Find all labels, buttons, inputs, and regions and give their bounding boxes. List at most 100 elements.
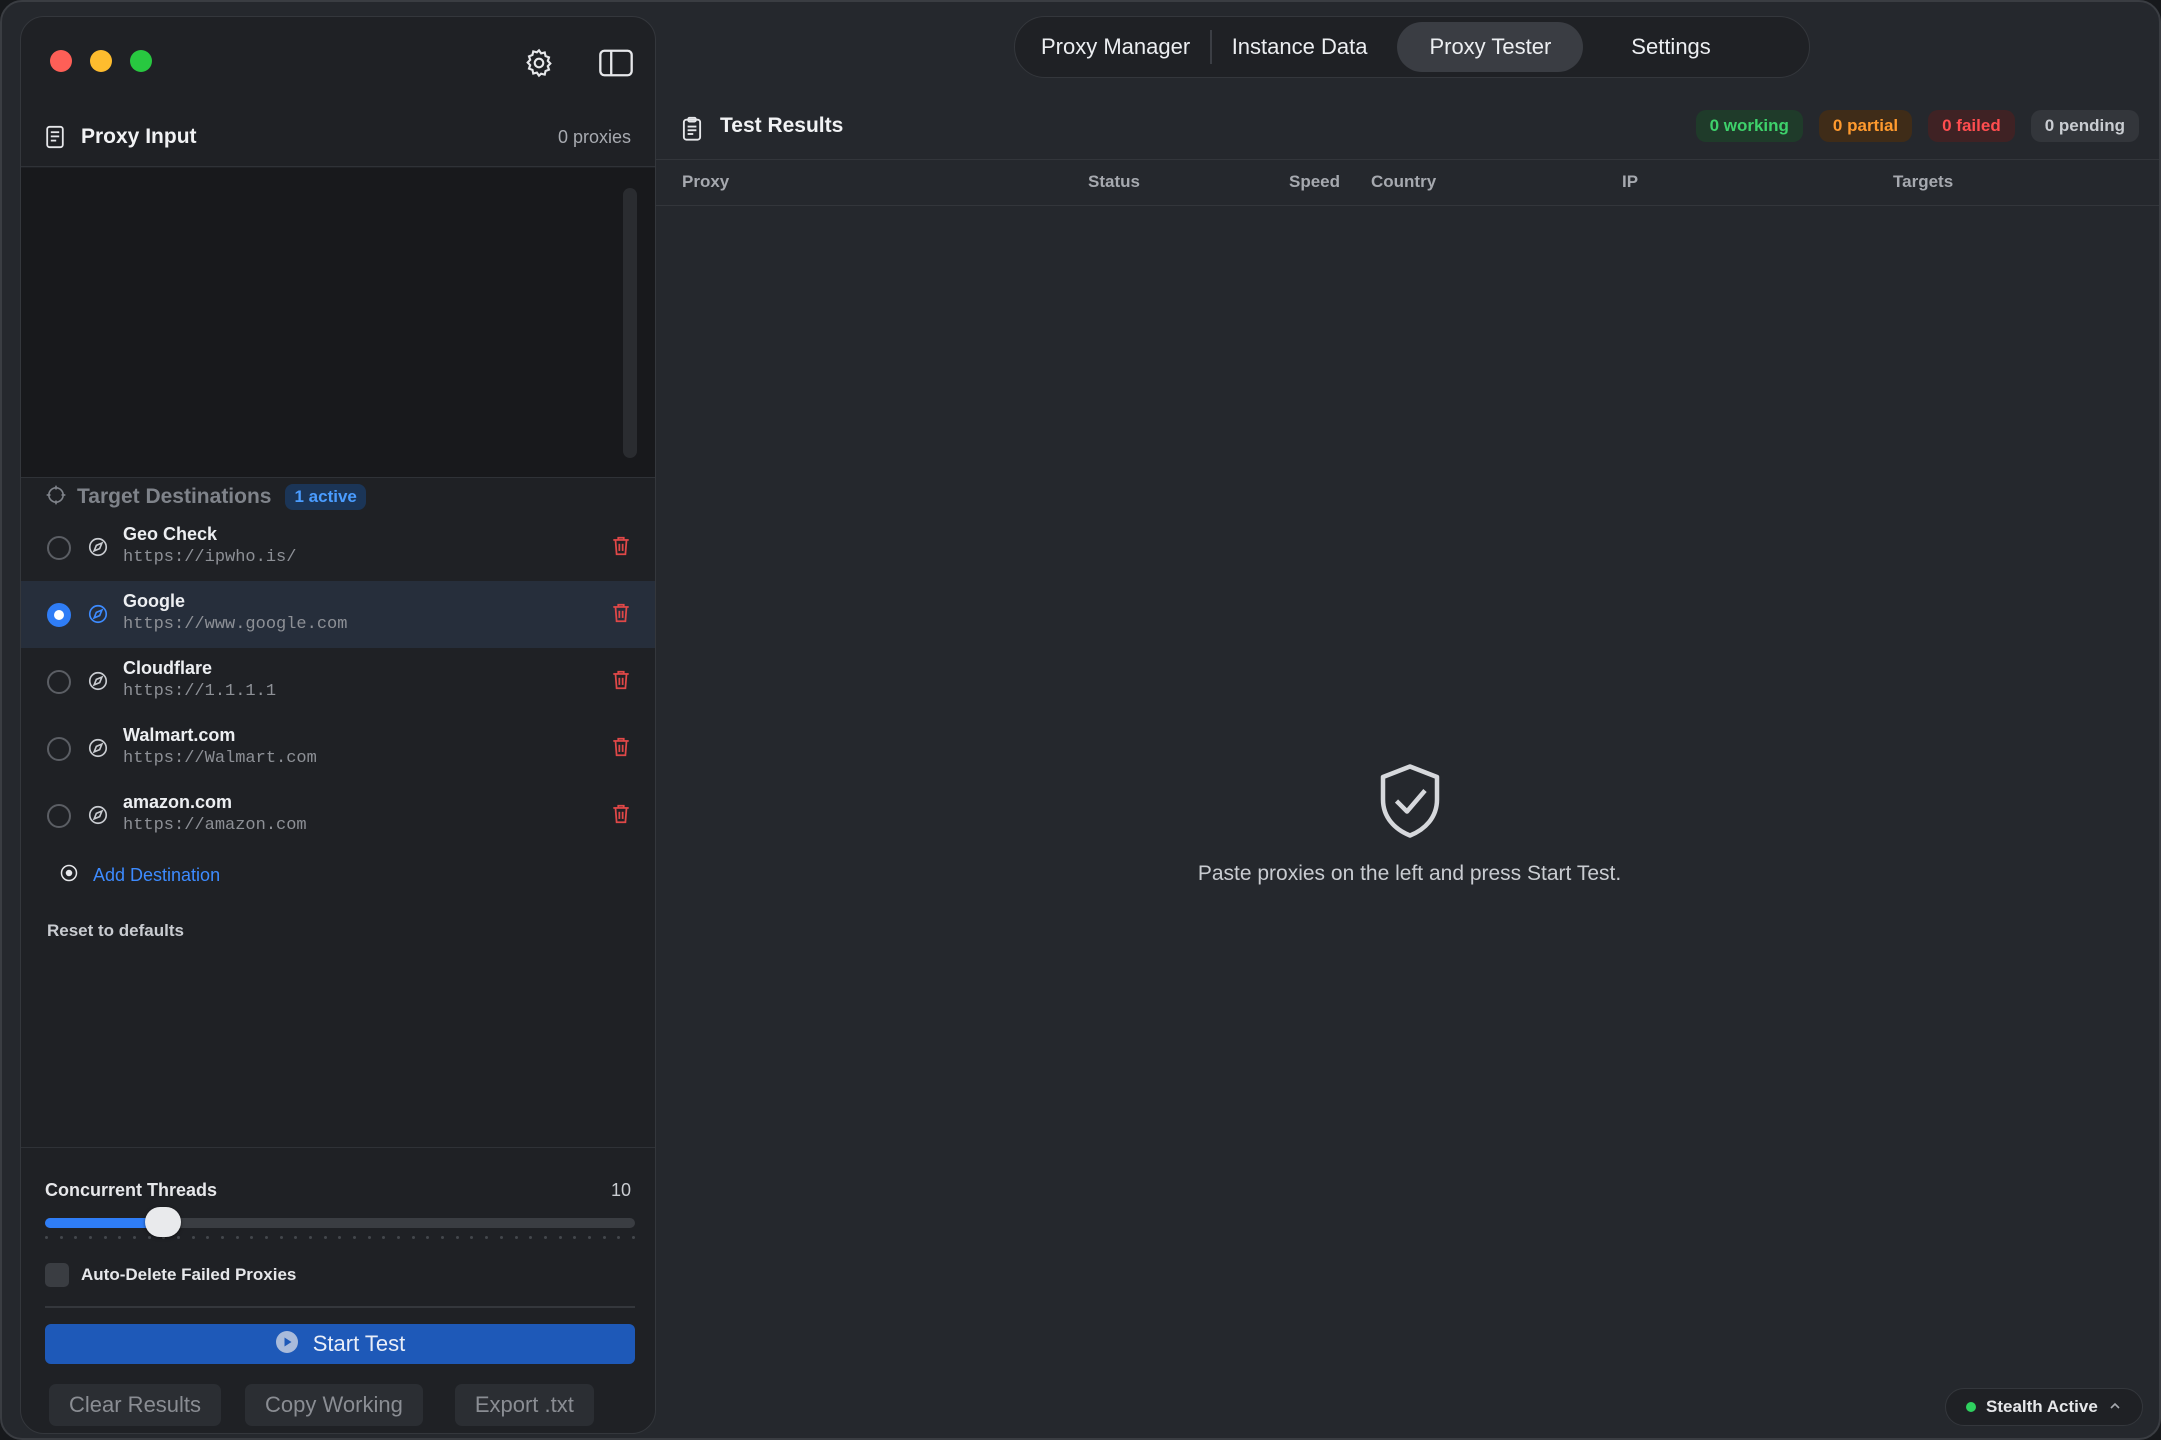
proxy-count: 0 proxies	[557, 127, 631, 147]
sidebar: Proxy Input 0 proxies Target Destination…	[20, 16, 656, 1434]
sidebar-toggle-icon[interactable]	[598, 45, 634, 81]
column-header-ip[interactable]: IP	[1622, 172, 1638, 192]
tab-instance-data[interactable]: Instance Data	[1212, 22, 1388, 72]
compass-icon	[87, 670, 109, 697]
column-header-targets[interactable]: Targets	[1893, 172, 1953, 192]
slider-tick	[382, 1236, 386, 1239]
destination-radio[interactable]	[47, 670, 71, 694]
slider-tick	[455, 1236, 459, 1239]
slider-tick	[250, 1236, 254, 1239]
slider-tick	[485, 1236, 489, 1239]
trash-icon[interactable]	[612, 803, 630, 830]
export-txt-button[interactable]: Export .txt	[454, 1384, 594, 1426]
slider-tick	[587, 1236, 591, 1239]
slider-tick	[118, 1236, 122, 1239]
test-controls: Concurrent Threads 10 Auto-Delete Failed…	[21, 1147, 655, 1433]
status-dot	[1966, 1402, 1976, 1412]
slider-tick	[89, 1236, 93, 1239]
slider-tick	[338, 1236, 342, 1239]
main-tabs: Proxy Manager Instance Data Proxy Tester…	[1014, 16, 1810, 78]
destination-name: Geo Check	[123, 524, 218, 544]
proxy-input-field[interactable]	[21, 168, 655, 477]
destination-name: Cloudflare	[123, 658, 213, 678]
zoom-window-button[interactable]	[130, 50, 152, 72]
close-window-button[interactable]	[50, 50, 72, 72]
proxy-input-scrollbar[interactable]	[623, 188, 637, 458]
play-icon	[275, 1330, 299, 1359]
crosshair-icon	[45, 484, 67, 511]
working-count-badge: 0 working	[1695, 110, 1803, 142]
slider-tick	[147, 1236, 151, 1239]
destination-row-geo-check[interactable]: Geo Check https://ipwho.is/	[21, 514, 655, 581]
test-results-title: Test Results	[720, 114, 844, 137]
column-header-country[interactable]: Country	[1371, 172, 1436, 192]
tab-settings[interactable]: Settings	[1611, 22, 1731, 72]
trash-icon[interactable]	[612, 736, 630, 763]
destination-url: https://www.google.com	[123, 615, 348, 634]
slider-tick	[470, 1236, 474, 1239]
destination-url: https://ipwho.is/	[123, 548, 297, 567]
empty-state: Paste proxies on the left and press Star…	[656, 762, 2159, 886]
slider-tick	[397, 1236, 401, 1239]
target-destinations-header: Target Destinations 1 active	[45, 483, 366, 511]
threads-label: Concurrent Threads	[45, 1180, 218, 1200]
tab-proxy-manager[interactable]: Proxy Manager	[1021, 22, 1210, 72]
slider-thumb[interactable]	[145, 1207, 181, 1237]
column-header-status[interactable]: Status	[1088, 172, 1140, 192]
auto-delete-label: Auto-Delete Failed Proxies	[81, 1265, 297, 1284]
add-destination-button[interactable]: Add Destination	[59, 863, 220, 888]
slider-tick	[631, 1236, 635, 1239]
reset-defaults-button[interactable]: Reset to defaults	[47, 921, 184, 941]
minimize-window-button[interactable]	[90, 50, 112, 72]
slider-tick	[235, 1236, 239, 1239]
proxy-input-title: Proxy Input	[81, 125, 197, 148]
destination-row-amazon[interactable]: amazon.com https://amazon.com	[21, 782, 655, 849]
destination-url: https://amazon.com	[123, 816, 307, 835]
destination-radio[interactable]	[47, 737, 71, 761]
add-destination-label: Add Destination	[93, 865, 221, 885]
start-test-button[interactable]: Start Test	[45, 1324, 635, 1364]
proxy-input-header: Proxy Input 0 proxies	[21, 107, 655, 167]
slider-tick	[59, 1236, 63, 1239]
start-test-label: Start Test	[312, 1331, 406, 1356]
slider-tick	[617, 1236, 621, 1239]
clear-results-button[interactable]: Clear Results	[49, 1384, 222, 1426]
auto-delete-checkbox[interactable]	[45, 1263, 69, 1287]
slider-tick	[441, 1236, 445, 1239]
destination-radio[interactable]	[47, 536, 71, 560]
trash-icon[interactable]	[612, 535, 630, 562]
failed-count-badge: 0 failed	[1928, 110, 2015, 142]
slider-tick	[45, 1236, 48, 1239]
destination-name: amazon.com	[123, 792, 233, 812]
target-destinations-title: Target Destinations	[77, 485, 272, 508]
column-header-speed[interactable]: Speed	[1289, 172, 1340, 192]
trash-icon[interactable]	[612, 669, 630, 696]
copy-working-button[interactable]: Copy Working	[245, 1384, 423, 1426]
divider	[45, 1306, 635, 1308]
trash-icon[interactable]	[612, 602, 630, 629]
slider-tick	[177, 1236, 181, 1239]
destination-row-walmart[interactable]: Walmart.com https://Walmart.com	[21, 715, 655, 782]
empty-state-message: Paste proxies on the left and press Star…	[1197, 862, 1622, 885]
window-controls	[50, 50, 152, 72]
threads-slider[interactable]	[45, 1207, 635, 1239]
tab-proxy-tester[interactable]: Proxy Tester	[1397, 22, 1584, 72]
destination-row-cloudflare[interactable]: Cloudflare https://1.1.1.1	[21, 648, 655, 715]
destination-list: Geo Check https://ipwho.is/ Google https…	[21, 514, 655, 849]
gear-icon[interactable]	[521, 45, 557, 81]
results-table-header: Proxy Status Speed Country IP Targets	[656, 160, 2159, 206]
slider-tick	[411, 1236, 415, 1239]
destination-radio[interactable]	[47, 804, 71, 828]
slider-tick	[265, 1236, 269, 1239]
auto-delete-toggle[interactable]: Auto-Delete Failed Proxies	[45, 1263, 296, 1287]
destination-radio[interactable]	[47, 603, 71, 627]
column-header-proxy[interactable]: Proxy	[682, 172, 729, 192]
slider-tick	[529, 1236, 533, 1239]
slider-tick	[191, 1236, 195, 1239]
stealth-status[interactable]: Stealth Active	[1945, 1388, 2143, 1426]
slider-tick	[103, 1236, 107, 1239]
slider-tick	[514, 1236, 518, 1239]
slider-tick	[279, 1236, 283, 1239]
active-count-badge: 1 active	[285, 484, 366, 510]
destination-row-google[interactable]: Google https://www.google.com	[21, 581, 655, 648]
